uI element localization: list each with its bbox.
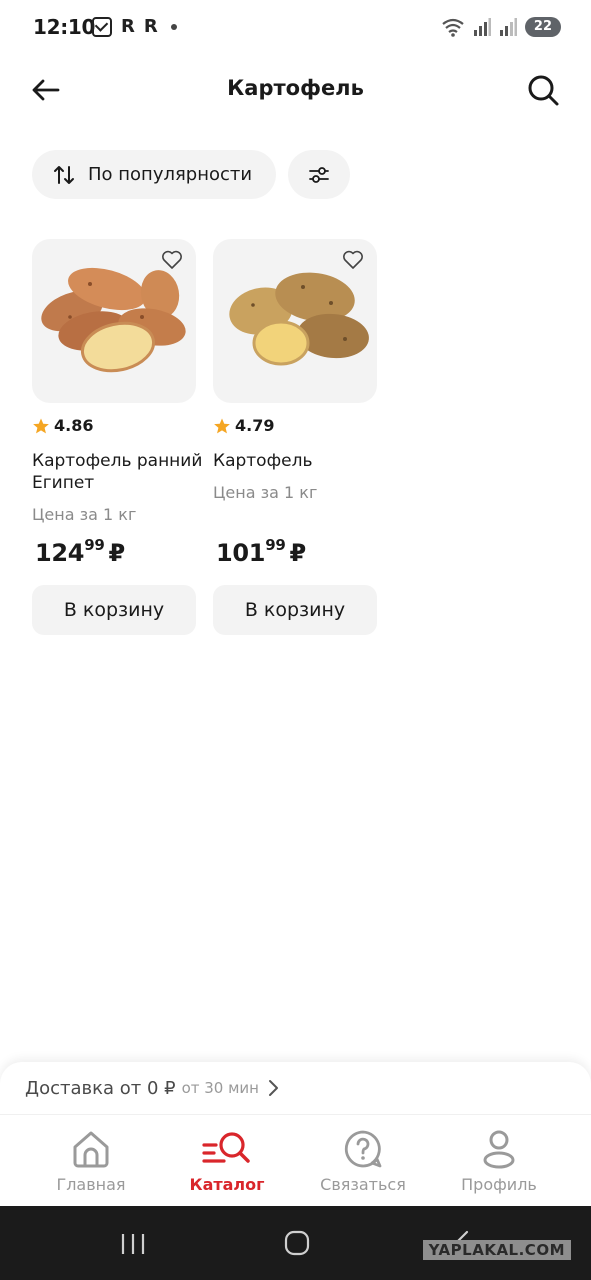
sliders-icon (309, 166, 329, 183)
system-navigation-bar: YAPLAKAL.COM (0, 1206, 591, 1280)
more-dot-icon (170, 24, 177, 30)
nav-label: Главная (56, 1175, 126, 1194)
favorite-button[interactable] (342, 250, 364, 270)
status-time: 12:10 (33, 15, 96, 39)
watermark: YAPLAKAL.COM (422, 1240, 571, 1260)
mail-icon (92, 17, 112, 37)
rating-value: 4.79 (235, 416, 275, 435)
star-icon (33, 418, 49, 433)
currency-symbol: ₽ (108, 539, 125, 567)
bottom-navigation: Главная Каталог Связаться Профиль (0, 1114, 591, 1206)
home-button-icon[interactable] (284, 1230, 310, 1256)
nav-profile[interactable]: Профиль (439, 1129, 559, 1194)
nav-contact[interactable]: Связаться (303, 1129, 423, 1194)
add-to-cart-button[interactable]: В корзину (32, 585, 196, 635)
product-image[interactable] (213, 239, 377, 403)
price-kopecks: 99 (265, 536, 286, 554)
product-image[interactable] (32, 239, 196, 403)
price-kopecks: 99 (84, 536, 105, 554)
nav-label: Каталог (189, 1175, 265, 1194)
help-chat-icon (344, 1130, 382, 1168)
home-icon (73, 1131, 109, 1168)
star-icon (214, 418, 230, 433)
app-r-icon: R (121, 16, 135, 37)
delivery-time: от 30 мин (181, 1079, 259, 1097)
status-system-icons: 22 (441, 17, 561, 37)
product-price: 12499 ₽ (35, 536, 125, 568)
chevron-right-icon (269, 1080, 278, 1096)
price-rubles: 101 (216, 539, 266, 567)
search-icon (528, 75, 559, 106)
battery-indicator: 22 (524, 17, 561, 37)
rating-value: 4.86 (54, 416, 94, 435)
product-card[interactable]: 4.79 Картофель Цена за 1 кг 10199 ₽ В кор… (213, 239, 378, 635)
delivery-cost: Доставка от 0 ₽ (25, 1077, 176, 1099)
heart-icon (343, 250, 363, 269)
signal-icon (499, 18, 517, 36)
nav-home[interactable]: Главная (31, 1129, 151, 1194)
filter-button[interactable] (288, 150, 350, 199)
product-name[interactable]: Картофель (213, 450, 385, 472)
sort-label: По популярности (88, 164, 253, 185)
sort-arrows-icon (54, 165, 74, 184)
product-price: 10199 ₽ (216, 536, 306, 568)
app-r-icon: R (143, 16, 158, 37)
top-app-bar: Картофель (0, 62, 591, 118)
price-unit: Цена за 1 кг (32, 505, 137, 524)
product-rating: 4.79 (213, 416, 274, 435)
add-to-cart-button[interactable]: В корзину (213, 585, 377, 635)
heart-icon (162, 250, 182, 269)
page-title: Картофель (227, 76, 364, 100)
signal-icon (473, 18, 491, 36)
price-unit: Цена за 1 кг (213, 483, 318, 502)
status-bar: 12:10 R R 22 (0, 0, 591, 56)
favorite-button[interactable] (161, 250, 183, 270)
delivery-info-bar[interactable]: Доставка от 0 ₽ от 30 мин (0, 1062, 591, 1114)
product-name[interactable]: Картофель ранний Египет (32, 450, 204, 494)
currency-symbol: ₽ (289, 539, 306, 567)
product-card[interactable]: 4.86 Картофель ранний Египет Цена за 1 к… (32, 239, 202, 635)
nav-label: Связаться (320, 1175, 406, 1194)
price-rubles: 124 (35, 539, 85, 567)
nav-catalog[interactable]: Каталог (167, 1129, 287, 1194)
recent-apps-icon[interactable] (120, 1232, 146, 1256)
status-notifications: R R (92, 16, 177, 38)
search-button[interactable] (525, 72, 561, 108)
nav-label: Профиль (461, 1175, 537, 1194)
catalog-search-icon (202, 1132, 250, 1163)
sort-button[interactable]: По популярности (32, 150, 276, 199)
product-rating: 4.86 (32, 416, 93, 435)
wifi-icon (442, 18, 464, 37)
user-icon (483, 1130, 515, 1169)
